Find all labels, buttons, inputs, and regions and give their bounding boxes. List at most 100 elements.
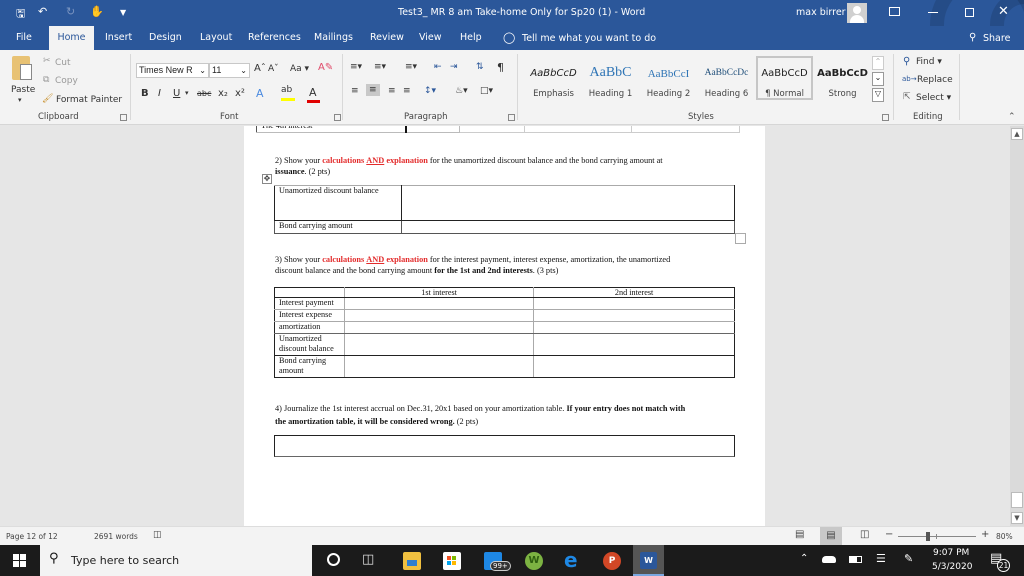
decrease-indent-icon[interactable]: ⇤ [434,62,442,72]
align-center-icon[interactable]: ≡ [366,84,380,96]
tab-file[interactable]: File [9,26,39,50]
copy-button[interactable]: Copy [55,76,78,86]
scroll-up-button[interactable]: ▲ [1011,128,1023,140]
table-cell[interactable] [631,126,740,133]
table-cell[interactable]: amortization [274,321,345,334]
format-painter-button[interactable]: Format Painter [56,95,122,105]
font-name-combo[interactable]: Times New R ⌄ [136,63,209,78]
web-layout-icon[interactable]: ◫ [860,529,869,540]
table-cell[interactable] [343,333,535,356]
style-heading-2[interactable]: AaBbCcI Heading 2 [640,56,697,100]
close-icon[interactable]: ✕ [998,4,1009,19]
bold-button[interactable]: B [141,88,149,99]
redo-icon[interactable]: ↻ [66,5,75,18]
styles-scroll-up-icon[interactable]: ⌃ [872,56,884,70]
clock-time[interactable]: 9:07 PM [933,548,969,558]
styles-launcher-icon[interactable] [882,114,889,121]
word-count[interactable]: 2691 words [94,532,138,541]
sort-icon[interactable]: ⇅ [476,62,484,72]
show-hidden-icons[interactable]: ⌃ [800,553,808,564]
clear-formatting-icon[interactable]: A✎ [318,62,333,73]
table-move-handle-icon[interactable]: ✥ [262,174,272,184]
page-count[interactable]: Page 12 of 12 [6,532,58,541]
cut-icon[interactable]: ✂ [43,56,51,66]
show-paragraph-marks-icon[interactable]: ¶ [497,61,504,74]
table-cell[interactable] [343,355,535,378]
table-cell[interactable]: Interest expense [274,309,345,322]
style-heading-6[interactable]: AaBbCcDc Heading 6 [698,56,755,100]
task-view-icon[interactable]: ◫ [362,552,374,567]
microsoft-store-icon[interactable] [443,552,461,570]
proofing-icon[interactable]: ◫ [153,530,162,540]
format-painter-icon[interactable]: 🖌 [42,94,53,104]
line-spacing-icon[interactable]: ↕▾ [424,86,436,96]
tab-design[interactable]: Design [142,26,189,50]
table-cell[interactable]: Unamortized discount balance [274,333,345,356]
clipboard-launcher-icon[interactable] [120,114,127,121]
table-cell[interactable] [533,309,735,322]
shrink-font-icon[interactable]: Aˇ [268,64,279,74]
table-cell[interactable]: Unamortized discount balance [274,185,402,221]
align-left-icon[interactable]: ≡ [351,86,359,96]
undo-icon[interactable]: ↶ [38,5,47,18]
battery-icon[interactable] [849,556,862,563]
print-layout-icon[interactable]: ▤ [820,527,842,545]
table-cell[interactable] [533,321,735,334]
find-button[interactable]: Find ▾ [916,57,942,67]
superscript-button[interactable]: x² [235,88,245,99]
grow-font-icon[interactable]: Aˆ [254,63,266,74]
share-icon[interactable]: ⚲ [969,32,976,43]
pen-workspace-icon[interactable]: ✎ [904,552,913,565]
font-launcher-icon[interactable] [334,114,341,121]
paste-dropdown-icon[interactable]: ▾ [18,96,22,104]
table-cell[interactable]: The 4th interest [255,126,407,133]
table-cell[interactable]: Bond carrying amount [274,220,402,234]
mail-icon[interactable]: 99+ [484,552,511,571]
bullets-icon[interactable]: ≡▾ [350,62,362,72]
ribbon-display-options-icon[interactable] [889,7,900,16]
table-cell[interactable] [343,297,535,310]
scroll-down-button[interactable]: ▼ [1011,512,1023,524]
zoom-slider[interactable] [898,532,976,541]
zoom-in-button[interactable]: + [981,529,989,540]
style-emphasis[interactable]: AaBbCcD Emphasis [525,56,582,100]
find-icon[interactable]: ⚲ [903,56,910,67]
copy-icon[interactable]: ⧉ [43,75,49,85]
replace-button[interactable]: Replace [917,75,953,85]
word-taskbar-button[interactable]: W [633,545,664,576]
wifi-icon[interactable]: ☰ [876,552,886,565]
change-case-button[interactable]: Aa ▾ [290,64,309,74]
zoom-out-button[interactable]: − [885,529,893,540]
table-cell[interactable] [401,220,735,234]
zoom-level[interactable]: 80% [996,532,1013,541]
table-cell[interactable] [533,355,735,378]
tell-me-search[interactable]: Tell me what you want to do [522,33,656,44]
underline-dropdown-icon[interactable]: ▾ [185,89,189,97]
styles-more-icon[interactable]: ▽ [872,88,884,102]
multilevel-list-icon[interactable]: ≡▾ [405,62,417,72]
increase-indent-icon[interactable]: ⇥ [450,62,458,72]
table-cell[interactable] [458,126,525,133]
paste-button[interactable]: Paste [11,85,35,95]
app-w-icon[interactable]: W [525,552,543,570]
select-cursor-icon[interactable]: ⇱ [903,92,911,102]
table-cell[interactable] [401,185,735,221]
table-cell[interactable] [404,126,460,133]
replace-icon[interactable]: ab→ [902,75,917,83]
read-mode-icon[interactable]: ▤ [795,529,804,540]
tab-help[interactable]: Help [453,26,489,50]
select-button[interactable]: Select ▾ [916,93,951,103]
zoom-slider-thumb[interactable] [926,532,931,541]
shading-icon[interactable]: ♨▾ [455,86,468,96]
paragraph-launcher-icon[interactable] [508,114,515,121]
strikethrough-button[interactable]: abc [197,89,211,98]
restore-icon[interactable] [965,8,974,17]
table-cell[interactable] [533,297,735,310]
subscript-button[interactable]: x₂ [218,88,228,99]
touch-mode-icon[interactable]: ✋ [90,5,104,18]
minimize-icon[interactable] [928,12,938,13]
taskbar-search[interactable]: ⚲ Type here to search [40,545,312,576]
clock-date[interactable]: 5/3/2020 [932,562,972,572]
justify-icon[interactable]: ≡ [403,86,411,96]
edge-icon[interactable]: e [564,550,582,570]
